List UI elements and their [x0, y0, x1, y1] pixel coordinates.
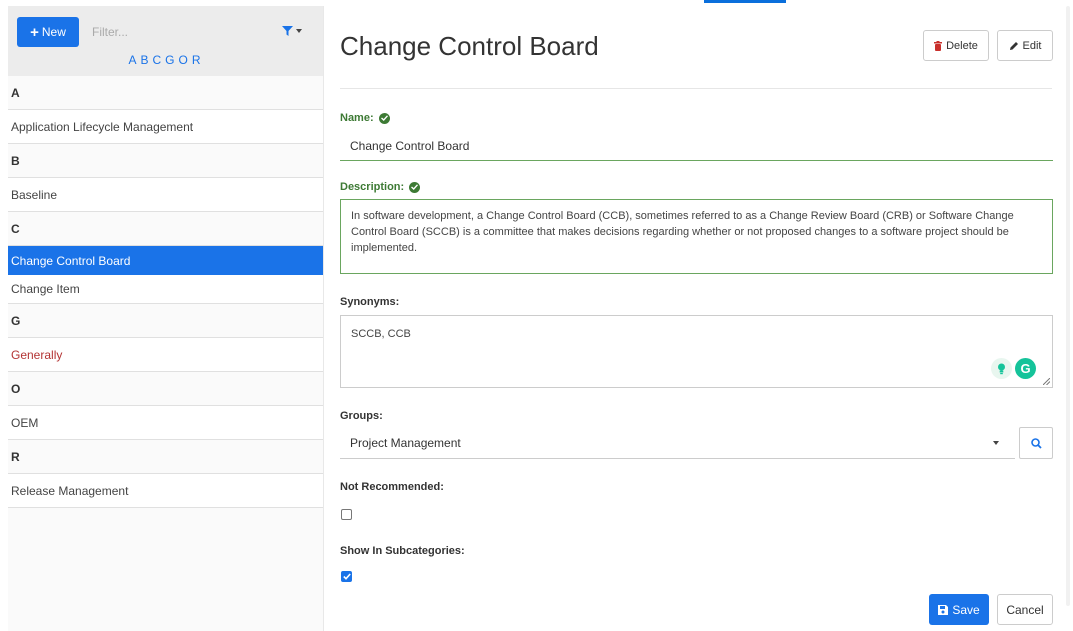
alpha-link-c[interactable]: C: [152, 53, 165, 67]
resize-handle-icon[interactable]: [1043, 378, 1050, 385]
group-header-c: C: [8, 212, 323, 246]
valid-check-icon: [378, 112, 390, 124]
groups-label: Groups:: [340, 410, 383, 422]
groups-search-button[interactable]: [1019, 427, 1053, 459]
description-label: Description:: [340, 181, 405, 193]
save-button[interactable]: Save: [929, 594, 989, 625]
list-item[interactable]: Release Management: [8, 474, 323, 508]
groups-value: Project Management: [350, 436, 461, 450]
name-label: Name:: [340, 112, 374, 124]
alpha-link-a[interactable]: A: [127, 53, 139, 67]
show-in-subcategories-checkbox[interactable]: [341, 571, 352, 582]
edit-button-label: Edit: [1022, 39, 1042, 52]
synonyms-value: SCCB, CCB: [351, 328, 411, 340]
lightbulb-icon[interactable]: [991, 358, 1012, 379]
save-button-label: Save: [952, 602, 980, 617]
list-item[interactable]: Generally: [8, 338, 323, 372]
chevron-down-icon: [296, 29, 302, 33]
trash-icon: [934, 40, 943, 51]
pencil-icon: [1009, 41, 1018, 50]
caret-down-icon: [993, 441, 999, 445]
filter-dropdown[interactable]: [282, 26, 302, 36]
grammarly-icon[interactable]: G: [1015, 358, 1036, 379]
group-header-a: A: [8, 76, 323, 110]
not-recommended-label: Not Recommended:: [340, 481, 444, 493]
synonyms-label: Synonyms:: [340, 296, 400, 308]
groups-select[interactable]: Project Management: [340, 428, 1015, 459]
delete-button[interactable]: Delete: [923, 30, 989, 61]
show-in-subcategories-label: Show In Subcategories:: [340, 545, 465, 557]
filter-icon: [282, 26, 293, 36]
list-item[interactable]: Change Control Board: [8, 246, 323, 275]
list-item[interactable]: Baseline: [8, 178, 323, 212]
grammarly-widget[interactable]: G: [991, 358, 1036, 379]
group-header-o: O: [8, 372, 323, 406]
alpha-link-g[interactable]: G: [164, 53, 177, 67]
valid-check-icon: [409, 181, 421, 193]
alpha-link-b[interactable]: B: [139, 53, 151, 67]
sidebar-header: + New ABCGOR: [8, 6, 323, 76]
description-label-row: Description:: [340, 181, 421, 193]
glossary-sidebar: + New ABCGOR AApplication Lifecycle Mana…: [8, 6, 324, 631]
edit-button[interactable]: Edit: [997, 30, 1053, 61]
list-item[interactable]: Application Lifecycle Management: [8, 110, 323, 144]
alphabet-index: ABCGOR: [8, 53, 323, 67]
search-icon: [1030, 437, 1042, 449]
name-field[interactable]: Change Control Board: [340, 132, 1053, 161]
page-title: Change Control Board: [340, 31, 599, 61]
group-header-r: R: [8, 440, 323, 474]
cancel-button[interactable]: Cancel: [997, 594, 1053, 625]
group-header-g: G: [8, 304, 323, 338]
filter-input[interactable]: [86, 20, 276, 44]
list-item[interactable]: Change Item: [8, 275, 323, 304]
new-button-label: New: [41, 25, 66, 39]
alpha-link-r[interactable]: R: [191, 53, 204, 67]
synonyms-field[interactable]: SCCB, CCB G: [340, 315, 1053, 388]
description-field[interactable]: In software development, a Change Contro…: [340, 199, 1053, 274]
glossary-list: A Application Lifecycle Management B Baseli…: [8, 76, 323, 508]
list-item[interactable]: OEM: [8, 406, 323, 440]
name-label-row: Name:: [340, 112, 390, 124]
scrollbar-thumb[interactable]: [1066, 6, 1070, 606]
alpha-link-o[interactable]: O: [178, 53, 191, 67]
term-detail-panel: Change Control Board Delete Edit Name: C…: [338, 0, 1058, 631]
header-divider: [340, 88, 1052, 89]
plus-icon: +: [30, 23, 39, 41]
floppy-disk-icon: [938, 604, 949, 615]
checkmark-icon: [342, 573, 351, 580]
new-button[interactable]: + New: [17, 17, 79, 47]
group-header-b: B: [8, 144, 323, 178]
not-recommended-checkbox[interactable]: [341, 509, 352, 520]
delete-button-label: Delete: [946, 39, 978, 52]
